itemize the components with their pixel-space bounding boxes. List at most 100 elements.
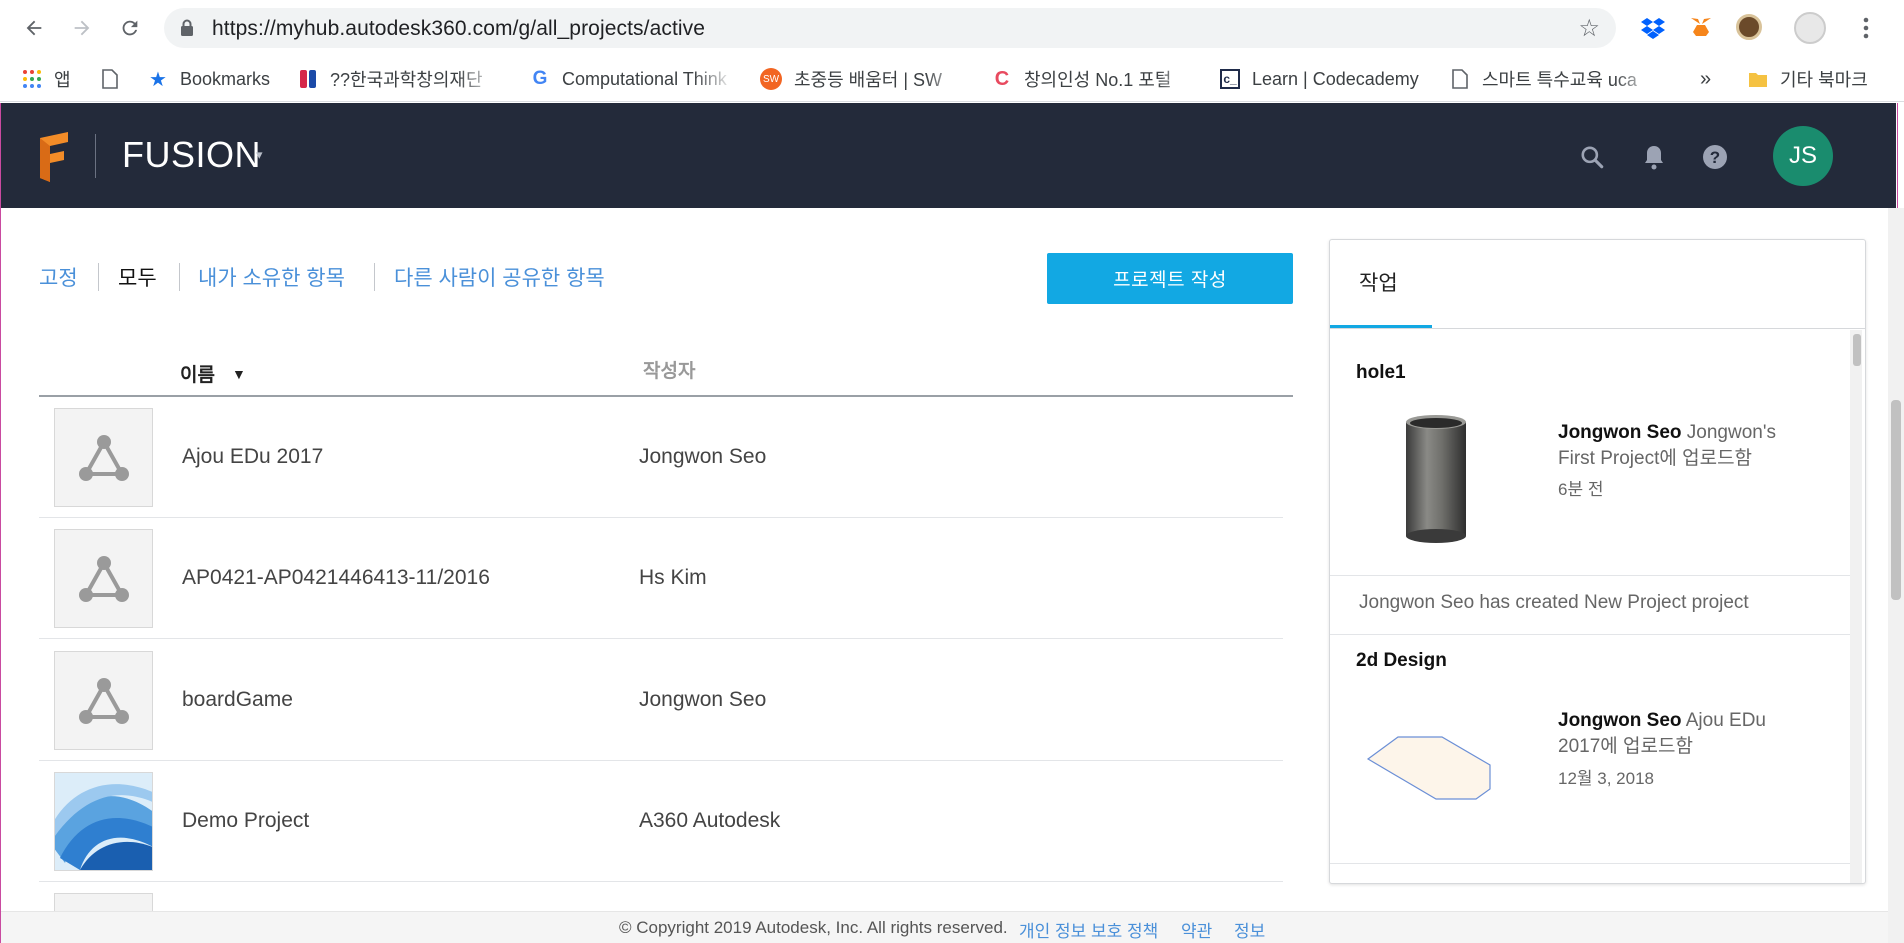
table-row[interactable]: Demo Project A360 Autodesk [39, 761, 1283, 882]
dropbox-icon[interactable] [1640, 14, 1666, 40]
profile-icon[interactable] [1794, 12, 1826, 44]
project-author: Jongwon Seo [639, 445, 767, 468]
copyright-text: © Copyright 2019 Autodesk, Inc. All righ… [619, 918, 1008, 937]
project-author: Hs Kim [639, 566, 707, 589]
address-bar[interactable]: https://myhub.autodesk360.com/g/all_proj… [164, 8, 1616, 48]
bookmarks-overflow[interactable]: » [1700, 65, 1711, 93]
activity-description: Jongwon Seo Ajou EDu 2017에 업로드함 [1558, 710, 1766, 757]
bookmark-crezone[interactable]: C 창의인성 No.1 포털 [992, 65, 1198, 93]
activity-time: 12월 3, 2018 [1558, 769, 1654, 788]
bookmark-apps[interactable]: 앱 [22, 65, 71, 93]
bookmark-kofac[interactable]: ??한국과학창의재단 [298, 65, 498, 93]
crezone-icon: C [994, 67, 1010, 90]
activity-time: 6분 전 [1558, 480, 1604, 499]
bookmark-computational-thinking[interactable]: G Computational Think [530, 65, 734, 93]
tab-pinned[interactable]: 고정 [39, 262, 78, 292]
search-icon[interactable] [1578, 143, 1606, 171]
project-icon [54, 651, 153, 750]
metamask-icon[interactable] [1688, 14, 1714, 40]
bookmark-codecademy[interactable]: c_ Learn | Codecademy [1220, 65, 1419, 93]
cylinder-thumbnail[interactable] [1404, 414, 1468, 549]
avatar[interactable]: JS [1773, 126, 1833, 186]
fusion-logo-icon[interactable] [38, 132, 72, 182]
sort-desc-icon[interactable]: ▼ [232, 366, 246, 382]
create-project-button[interactable]: 프로젝트 작성 [1047, 253, 1293, 304]
app-header: FUSION ▾ ? JS [0, 103, 1896, 208]
project-name[interactable]: Ajou EDu 2017 [182, 445, 323, 469]
project-icon [54, 529, 153, 628]
project-name[interactable]: Demo Project [182, 809, 309, 833]
page-icon [1450, 69, 1470, 89]
svg-text:?: ? [1710, 148, 1720, 167]
reload-icon[interactable] [112, 10, 148, 46]
project-icon [54, 408, 153, 507]
chevron-down-icon[interactable]: ▾ [256, 147, 263, 163]
table-row[interactable]: AP0421-AP0421446413-11/2016 Hs Kim [39, 518, 1283, 639]
tab-divider [179, 263, 180, 291]
activity-message: Jongwon Seo has created New Project proj… [1359, 592, 1749, 613]
star-icon: ★ [149, 68, 167, 91]
back-icon[interactable] [16, 10, 52, 46]
panel-divider [1330, 328, 1865, 329]
lock-icon [181, 19, 193, 36]
activity-panel: 작업 hole1 Jongwon Seo Jongwon's First Pro… [1329, 239, 1866, 884]
activity-divider [1330, 634, 1850, 635]
terms-link[interactable]: 약관 [1181, 917, 1212, 942]
tab-shared[interactable]: 다른 사람이 공유한 항목 [394, 262, 605, 292]
tab-divider [374, 263, 375, 291]
bookmark-other[interactable]: 기타 북마크 [1748, 65, 1868, 93]
bell-icon[interactable] [1640, 143, 1668, 171]
column-header-name[interactable]: 이름 [180, 360, 215, 387]
sw-icon: SW [760, 68, 782, 90]
bookmark-sw[interactable]: SW 초중등 배움터 | SW [760, 65, 966, 93]
folder-icon [1748, 69, 1768, 89]
bookmark-smart-edu[interactable]: 스마트 특수교육 uca [1450, 65, 1656, 93]
browser-toolbar: https://myhub.autodesk360.com/g/all_proj… [0, 0, 1904, 56]
activity-user[interactable]: Jongwon Seo [1558, 710, 1682, 731]
tab-divider [98, 263, 99, 291]
project-name[interactable]: AP0421-AP0421446413-11/2016 [182, 566, 490, 590]
forward-icon[interactable] [64, 10, 100, 46]
menu-icon[interactable] [1848, 10, 1884, 46]
activity-title[interactable]: hole1 [1356, 362, 1406, 384]
table-row[interactable]: Ajou EDu 2017 Jongwon Seo [39, 397, 1283, 518]
bookmark-page[interactable] [100, 65, 120, 93]
logo-divider [95, 134, 96, 178]
activity-divider [1330, 575, 1850, 576]
window-edge [1897, 103, 1898, 208]
demo-project-thumbnail [54, 772, 153, 871]
bookmarks-bar: 앱 ★ Bookmarks ??한국과학창의재단 G Computational… [0, 56, 1904, 102]
page-scrollbar-thumb[interactable] [1891, 400, 1901, 600]
bookmark-star-icon[interactable]: ☆ [1578, 14, 1600, 43]
activity-description: Jongwon Seo Jongwon's First Project에 업로드… [1558, 422, 1776, 469]
project-author: A360 Autodesk [639, 809, 781, 832]
page-icon [100, 69, 120, 89]
panel-scrollbar-thumb[interactable] [1853, 334, 1861, 366]
url-text: https://myhub.autodesk360.com/g/all_proj… [212, 17, 706, 40]
window-edge [0, 103, 1, 943]
panel-scrollbar[interactable] [1850, 330, 1862, 883]
apps-grid-icon [22, 69, 42, 89]
footer: © Copyright 2019 Autodesk, Inc. All righ… [0, 911, 1888, 943]
project-name[interactable]: boardGame [182, 688, 293, 712]
codecademy-icon: c_ [1220, 69, 1240, 89]
project-author: Jongwon Seo [639, 688, 767, 711]
table-row[interactable] [39, 882, 1283, 933]
help-icon[interactable]: ? [1701, 143, 1729, 171]
column-header-author[interactable]: 작성자 [643, 356, 695, 383]
extension-badge-icon[interactable] [1736, 14, 1762, 40]
table-row[interactable]: boardGame Jongwon Seo [39, 640, 1283, 761]
kofac-icon [298, 69, 318, 89]
info-link[interactable]: 정보 [1234, 917, 1265, 942]
activity-title[interactable]: 2d Design [1356, 650, 1447, 672]
activity-user[interactable]: Jongwon Seo [1558, 422, 1682, 443]
app-title[interactable]: FUSION [122, 134, 261, 176]
tab-activity[interactable]: 작업 [1359, 267, 1398, 297]
tab-all[interactable]: 모두 [118, 262, 157, 292]
privacy-link[interactable]: 개인 정보 보호 정책 [1019, 917, 1158, 942]
google-icon: G [532, 68, 548, 89]
sketch-thumbnail[interactable] [1366, 735, 1492, 806]
activity-divider [1330, 863, 1850, 864]
bookmark-bookmarks[interactable]: ★ Bookmarks [148, 65, 270, 93]
tab-mine[interactable]: 내가 소유한 항목 [198, 262, 345, 292]
